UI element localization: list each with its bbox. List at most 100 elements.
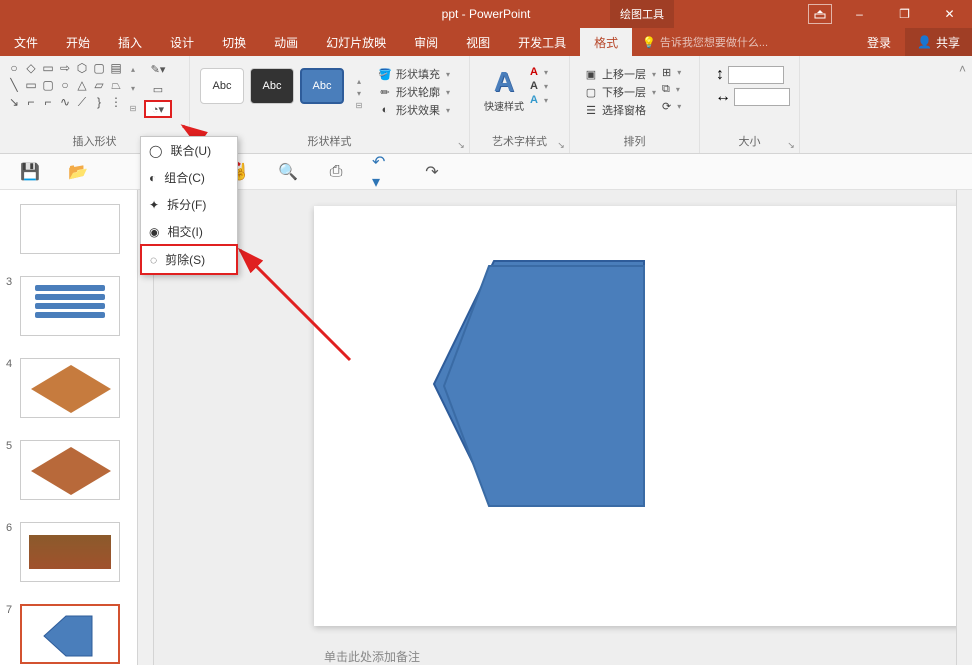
text-outline-button[interactable]: A▾ <box>530 80 548 92</box>
group-button[interactable]: ⧉▾ <box>662 83 681 96</box>
width-icon: ↔ <box>716 90 730 104</box>
share-button[interactable]: 👤 共享 <box>905 28 972 56</box>
shape-rect-icon[interactable]: ▭ <box>40 60 56 76</box>
shape-effects-button[interactable]: ◐ 形状效果 ▾ <box>378 102 450 118</box>
tab-transition[interactable]: 切换 <box>208 28 260 56</box>
width-input[interactable] <box>734 88 790 106</box>
tab-developer[interactable]: 开发工具 <box>504 28 580 56</box>
merge-union-label: 联合(U) <box>170 142 211 159</box>
restore-button[interactable]: ❐ <box>882 0 927 28</box>
slide-canvas[interactable] <box>314 206 972 626</box>
notes-placeholder[interactable]: 单击此处添加备注 <box>324 648 420 665</box>
tab-review[interactable]: 审阅 <box>400 28 452 56</box>
tab-design[interactable]: 设计 <box>156 28 208 56</box>
minimize-button[interactable]: – <box>837 0 882 28</box>
shape-styles-dialog-launcher[interactable]: ↘ <box>455 139 467 151</box>
wordart-quick-style-icon[interactable]: A <box>494 66 514 98</box>
merge-shapes-button[interactable]: ◔▾ <box>144 100 172 118</box>
shape-hex-icon[interactable]: ⬡ <box>74 60 90 76</box>
wordart-dialog-launcher[interactable]: ↘ <box>555 139 567 151</box>
slide-thumb-6[interactable]: 6 <box>0 518 137 600</box>
merge-intersect[interactable]: ◉ 相交(I) <box>141 218 237 245</box>
tab-view[interactable]: 视图 <box>452 28 504 56</box>
shape-rect3-icon[interactable]: ▭ <box>23 77 39 93</box>
shapes-scroll-up[interactable]: ▴ <box>126 64 140 76</box>
shape-line-icon[interactable]: ╲ <box>6 77 22 93</box>
shapes-more[interactable]: ⊟ <box>126 102 140 114</box>
slide-thumb-7[interactable]: 7 <box>0 600 137 665</box>
shape-freeform-icon[interactable]: ⟋ <box>74 94 90 110</box>
shape-fill-button[interactable]: 🪣 形状填充 ▾ <box>378 66 450 82</box>
send-backward-button[interactable]: ▢ 下移一层 ▾ <box>584 84 656 100</box>
tab-home[interactable]: 开始 <box>52 28 104 56</box>
shape-style-gallery[interactable]: Abc Abc Abc ▴ ▾ ⊟ <box>196 60 370 118</box>
text-fill-button[interactable]: A▾ <box>530 66 548 78</box>
tab-format[interactable]: 格式 <box>580 28 632 56</box>
vertical-scrollbar[interactable] <box>956 190 972 665</box>
shape-diamond-icon[interactable]: ◇ <box>23 60 39 76</box>
tell-me-search[interactable]: 💡 告诉我您想要做什么... <box>642 34 768 50</box>
shape-connector3-icon[interactable]: ⌐ <box>40 94 56 110</box>
shape-roundrect-icon[interactable]: ▢ <box>40 77 56 93</box>
style-scroll-down[interactable]: ▾ <box>352 87 366 99</box>
close-button[interactable]: ✕ <box>927 0 972 28</box>
size-dialog-launcher[interactable]: ↘ <box>785 139 797 151</box>
group-icon: ⧉ <box>662 83 670 96</box>
slide-thumbnail-panel[interactable]: 3 4 5 6 <box>0 190 138 665</box>
slide-thumb-5[interactable]: 5 <box>0 436 137 518</box>
redo-button[interactable]: ↷ <box>420 160 444 184</box>
shape-arrow-icon[interactable]: ⇨ <box>57 60 73 76</box>
open-button[interactable]: 📂 <box>66 160 90 184</box>
merge-fragment[interactable]: ✦ 拆分(F) <box>141 191 237 218</box>
shape-oval-icon[interactable]: ○ <box>6 60 22 76</box>
shape-more-icon[interactable]: ⋮ <box>108 94 124 110</box>
style-preset-3[interactable]: Abc <box>300 68 344 104</box>
slide-thumb-3[interactable]: 3 <box>0 272 137 354</box>
text-box-button[interactable]: ▭ <box>144 80 172 98</box>
text-effects-button[interactable]: A▾ <box>530 94 548 106</box>
shapes-scroll-down[interactable]: ▾ <box>126 83 140 95</box>
tab-insert[interactable]: 插入 <box>104 28 156 56</box>
style-more[interactable]: ⊟ <box>352 99 366 111</box>
quick-print-button[interactable]: ⎙ <box>324 160 348 184</box>
tab-file[interactable]: 文件 <box>0 28 52 56</box>
shape-outline-button[interactable]: ✏ 形状轮廓 ▾ <box>378 84 450 100</box>
login-button[interactable]: 登录 <box>853 34 905 51</box>
collapse-ribbon-button[interactable]: ˄ <box>959 62 966 76</box>
shape-curve-icon[interactable]: ∿ <box>57 94 73 110</box>
shape-connector2-icon[interactable]: ⌐ <box>23 94 39 110</box>
shape-trapezoid-icon[interactable]: ⏢ <box>108 77 124 93</box>
merge-combine[interactable]: ◐ 组合(C) <box>141 164 237 191</box>
ribbon-display-options-icon[interactable] <box>808 4 832 24</box>
undo-button[interactable]: ↶ ▾ <box>372 160 396 184</box>
slide-thumb-4[interactable]: 4 <box>0 354 137 436</box>
shape-brace-icon[interactable]: } <box>91 94 107 110</box>
shape-connector1-icon[interactable]: ↘ <box>6 94 22 110</box>
merge-subtract[interactable]: ◌ 剪除(S) <box>142 246 236 273</box>
style-scroll-up[interactable]: ▴ <box>352 75 366 87</box>
selection-pane-button[interactable]: ☰ 选择窗格 <box>584 102 656 118</box>
align-button[interactable]: ⊞▾ <box>662 66 681 79</box>
shape-circle-icon[interactable]: ○ <box>57 77 73 93</box>
shape-textbox-icon[interactable]: ▤ <box>108 60 124 76</box>
edit-shape-button[interactable]: ✎▾ <box>144 60 172 78</box>
tab-animation[interactable]: 动画 <box>260 28 312 56</box>
print-preview-button[interactable]: 🔍 <box>276 160 300 184</box>
tab-slideshow[interactable]: 幻灯片放映 <box>312 28 400 56</box>
slide-thumb-blank[interactable] <box>0 200 137 272</box>
style-preset-2[interactable]: Abc <box>250 68 294 104</box>
shape-rect2-icon[interactable]: ▢ <box>91 60 107 76</box>
shape-triangle-icon[interactable]: △ <box>74 77 90 93</box>
ribbon-group-wordart: A 快速样式 A▾ A▾ A▾ 艺术字样式 ↘ <box>470 56 570 153</box>
style-preset-1[interactable]: Abc <box>200 68 244 104</box>
effects-icon: ◐ <box>378 103 392 117</box>
rotate-button[interactable]: ⟳▾ <box>662 100 681 113</box>
save-button[interactable]: 💾 <box>18 160 42 184</box>
shapes-gallery[interactable]: ○ ◇ ▭ ⇨ ⬡ ▢ ▤ ╲ ▭ ▢ ○ △ ▱ ⏢ ↘ ⌐ ⌐ ∿ ⟋ } <box>6 60 124 118</box>
merge-union[interactable]: ◯ 联合(U) <box>141 137 237 164</box>
slide-number: 3 <box>6 276 16 288</box>
shape-parallelogram-icon[interactable]: ▱ <box>91 77 107 93</box>
height-input[interactable] <box>728 66 784 84</box>
bring-forward-button[interactable]: ▣ 上移一层 ▾ <box>584 66 656 82</box>
union-icon: ◯ <box>149 144 162 158</box>
